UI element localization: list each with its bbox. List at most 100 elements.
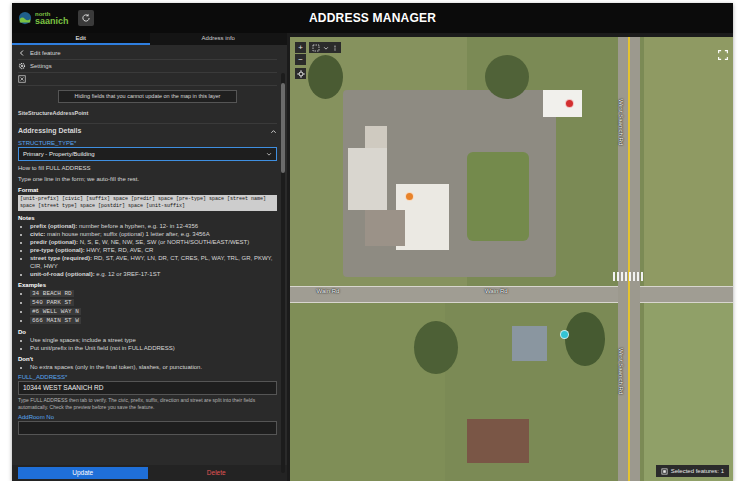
example-text: 540 PARK ST (30, 299, 74, 306)
road-label: Wain Rd (485, 288, 508, 295)
trees (308, 55, 343, 99)
note-item: predir (optional): N, S, E, W, NE, NW, S… (30, 238, 277, 246)
ground-patch (644, 303, 733, 481)
settings-label: Settings (30, 62, 52, 70)
zoom-in-button[interactable]: + (295, 42, 306, 53)
scrollbar-thumb[interactable] (281, 83, 285, 173)
back-arrow-icon (18, 49, 26, 57)
note-item: street type (required): RD, ST, AVE, HWY… (30, 254, 277, 270)
zoom-out-button[interactable]: − (295, 54, 306, 65)
close-box-icon (18, 75, 26, 83)
full-address-label: FULL_ADDRESS* (18, 373, 277, 381)
panel-body: Edit feature Settings Hiding fields that y… (12, 45, 287, 465)
do-list: Use single spaces; include a street type… (18, 336, 277, 352)
note-term: street type (required): (30, 255, 92, 261)
ground-patch (613, 272, 644, 281)
settings-row[interactable]: Settings (18, 60, 277, 73)
tool-row (18, 73, 277, 86)
fullscreen-button[interactable] (717, 42, 728, 53)
edit-panel: EditAddress info Edit feature Settings Hidi… (12, 33, 287, 481)
building (512, 326, 547, 362)
section-title: Addressing Details (18, 126, 81, 135)
map-toolbar[interactable] (309, 42, 341, 53)
update-button[interactable]: Update (18, 467, 148, 479)
example-text: 34 BEACH RD (30, 290, 74, 297)
refresh-button[interactable] (78, 10, 94, 26)
format-text: [unit-prefix] [civic] [suffix] space [pr… (18, 195, 277, 211)
logo: northsaanich (18, 10, 110, 26)
logo-bottom-text: saanich (35, 17, 69, 26)
full-address-hint: Type FULL ADDRESS then tab to verify. Th… (18, 397, 277, 411)
dont-item: No extra spaces (only in the final token… (30, 363, 277, 371)
do-heading: Do (18, 328, 277, 336)
format-heading: Format (18, 186, 277, 194)
example-item: 34 BEACH RD (30, 289, 277, 298)
note-term: unit-of-road (optional): (30, 271, 95, 277)
structure-type-label: STRUCTURE_TYPE* (18, 139, 277, 147)
dropdown-icon (323, 45, 329, 51)
note-item: civic: main house number; suffix (option… (30, 230, 277, 238)
locate-button[interactable] (295, 68, 306, 79)
selection-status-text: Selected features: 1 (671, 467, 724, 475)
app-window: northsaanichADDRESS MANAGER EditAddress … (12, 3, 733, 481)
dont-list: No extra spaces (only in the final token… (18, 363, 277, 371)
refresh-icon (81, 13, 91, 23)
help-title: How to fill FULL ADDRESS (18, 164, 277, 172)
room-label: AddRoom No (18, 413, 277, 421)
back-row[interactable]: Edit feature (18, 47, 277, 60)
section-header[interactable]: Addressing Details (18, 123, 277, 137)
road-label: West Saanich Rd (617, 99, 624, 145)
panel-tab[interactable]: Address info (150, 33, 288, 45)
notes-list: prefix (optional): number before a hyphe… (18, 222, 277, 278)
note-text: number before a hyphen, e.g. 12- in 12-4… (77, 223, 198, 229)
help-intro: Type one line in the form; we auto-fill … (18, 175, 277, 183)
ground-patch (467, 152, 529, 241)
trees (414, 321, 458, 374)
map-pin[interactable] (565, 99, 574, 108)
building (365, 210, 405, 246)
example-item: 540 PARK ST (30, 298, 277, 307)
delete-button[interactable]: Delete (152, 467, 282, 479)
room-input[interactable] (18, 421, 277, 435)
panel-footer: Update Delete (12, 465, 287, 481)
tab-bar: EditAddress info (12, 33, 287, 45)
road-label: West Saanich Rd (617, 348, 624, 394)
map[interactable]: Wain Rd Wain Rd West Saanich Rd West Saanic… (290, 37, 733, 481)
caret-icon (270, 128, 277, 135)
note-item: unit-of-road (optional): e.g. 12 or 3REF… (30, 270, 277, 278)
structure-type-select[interactable]: Primary - Property/Building (18, 147, 277, 161)
structure-type-value: Primary - Property/Building (23, 150, 95, 158)
note-text: e.g. 12 or 3REF-17-1ST (95, 271, 161, 277)
trees (565, 312, 605, 365)
note-term: pre-type (optional): (30, 247, 85, 253)
full-address-input[interactable] (18, 381, 277, 395)
clear-button[interactable] (18, 75, 26, 83)
building (365, 126, 387, 148)
note-text: N, S, E, W, NE, NW, SE, SW (or NORTH/SOU… (78, 239, 249, 245)
logo-text: northsaanich (35, 11, 69, 26)
do-item: Use single spaces; include a street type (30, 336, 277, 344)
selection-icon (661, 468, 668, 475)
logo-wave-icon (18, 11, 32, 25)
notes-heading: Notes (18, 214, 277, 222)
building (467, 419, 529, 463)
example-item: #6 WELL WAY N (30, 307, 277, 316)
road-label: Wain Rd (317, 288, 340, 295)
road (290, 286, 733, 304)
fullscreen-icon (718, 50, 728, 60)
locate-icon (297, 70, 305, 78)
example-text: 666 MAIN ST W (30, 317, 81, 324)
panel-tab[interactable]: Edit (12, 33, 150, 45)
gear-icon (18, 62, 26, 70)
ground-patch (644, 37, 733, 286)
section-toggle[interactable] (270, 126, 277, 135)
note-term: predir (optional): (30, 239, 78, 245)
back-label: Edit feature (30, 49, 61, 57)
panel-scrollbar[interactable] (281, 73, 285, 473)
notice-box: Hiding fields that you cannot update on … (58, 90, 237, 103)
note-term: prefix (optional): (30, 223, 77, 229)
examples-list: 34 BEACH RD 540 PARK ST #6 WELL WAY N 666 M… (18, 289, 277, 325)
note-item: pre-type (optional): HWY, RTE, RD, AVE, … (30, 246, 277, 254)
do-item: Put unit/prefix in the Unit field (not i… (30, 344, 277, 352)
example-text: #6 WELL WAY N (30, 308, 81, 315)
